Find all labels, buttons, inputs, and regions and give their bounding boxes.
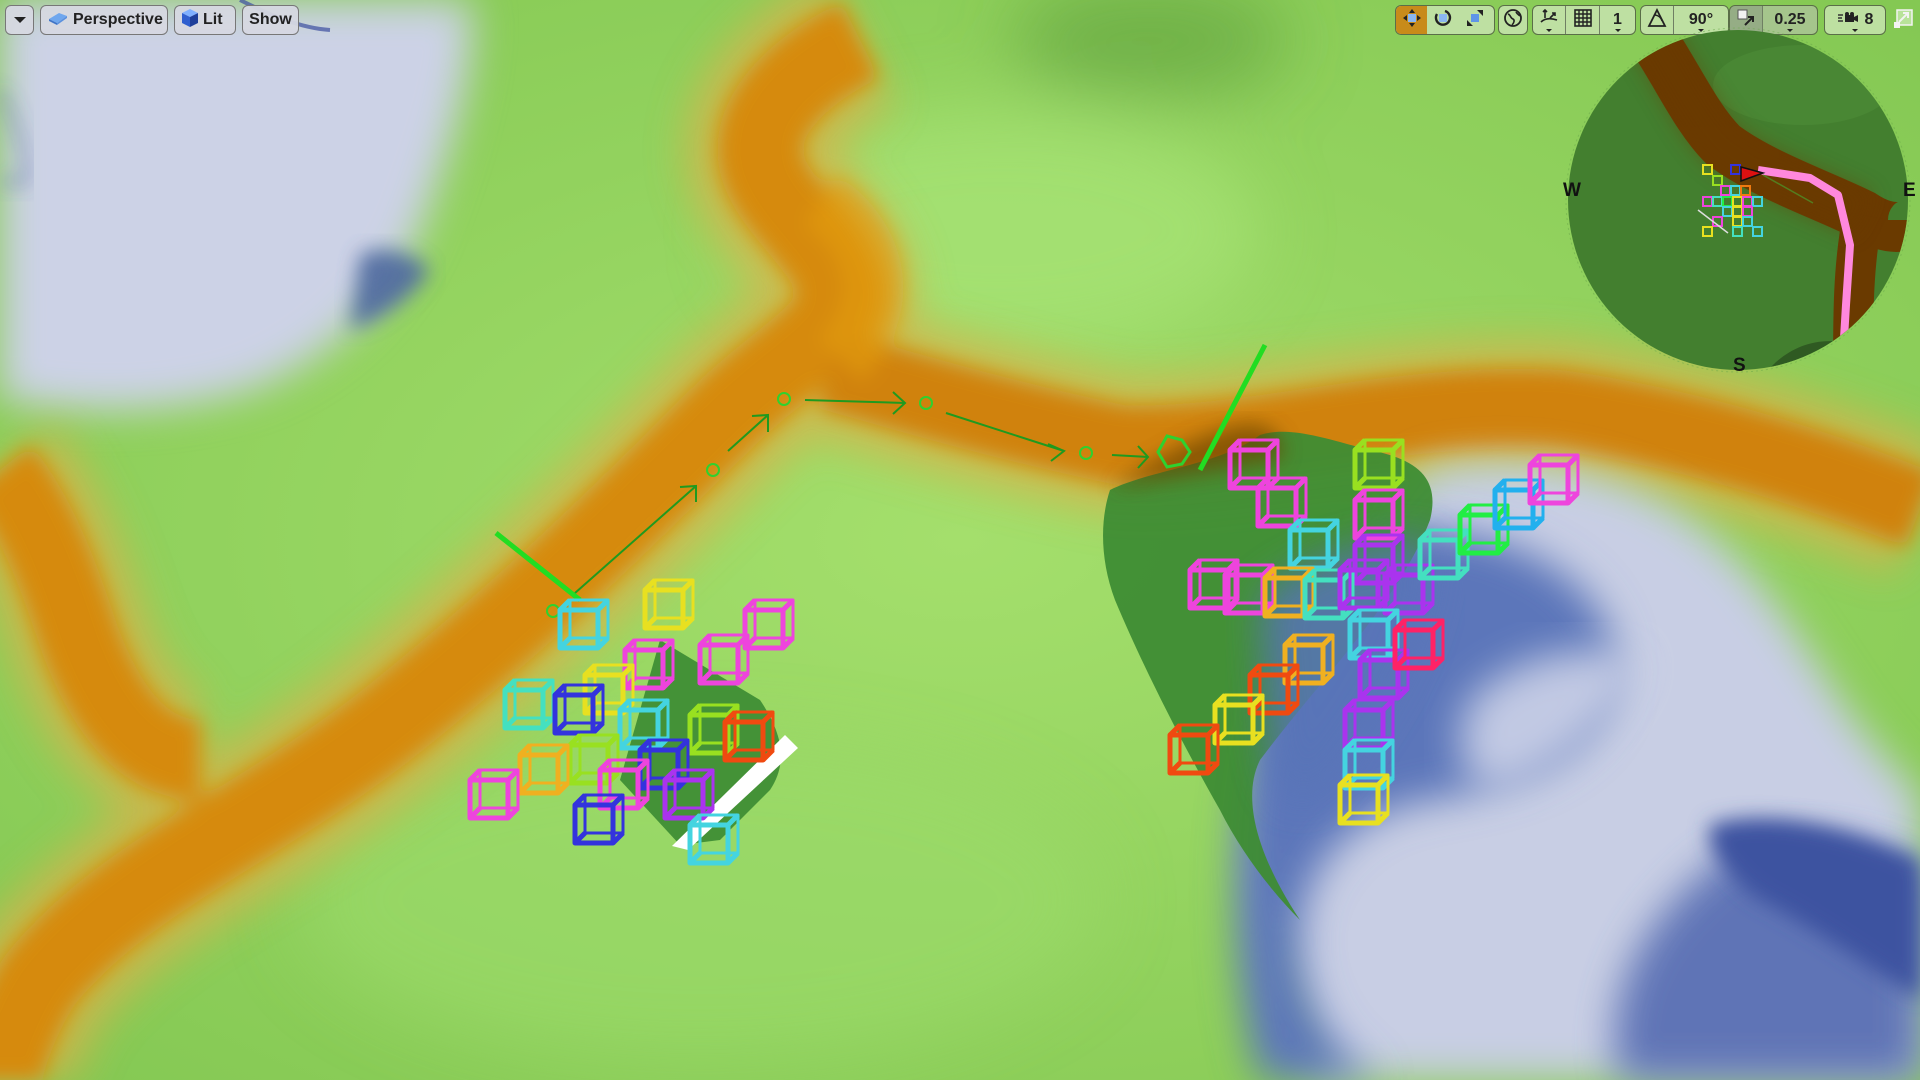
compass-east: E bbox=[1903, 180, 1916, 201]
compass-south: S bbox=[1733, 355, 1746, 376]
rotate-button[interactable] bbox=[1427, 6, 1459, 34]
perspective-camera-icon bbox=[47, 10, 69, 31]
level-viewport[interactable]: Perspective Lit Show 1 90° 0.25 8 W E S bbox=[0, 0, 1920, 1080]
transform-tools-group bbox=[1395, 5, 1495, 35]
lit-button[interactable]: Lit bbox=[174, 5, 236, 35]
minimap[interactable]: W E S bbox=[1563, 25, 1916, 376]
show-label: Show bbox=[249, 11, 292, 28]
dropdown-triangle-icon bbox=[13, 17, 26, 23]
perspective-label: Perspective bbox=[73, 11, 163, 28]
coordinate-system-button[interactable] bbox=[1498, 5, 1528, 35]
show-button[interactable]: Show bbox=[242, 5, 299, 35]
surface-snapping-button[interactable] bbox=[1533, 6, 1565, 34]
scale-icon bbox=[1465, 8, 1485, 33]
lit-cube-icon bbox=[181, 8, 199, 33]
translate-button[interactable] bbox=[1396, 6, 1427, 34]
rotate-icon bbox=[1433, 8, 1453, 33]
perspective-button[interactable]: Perspective bbox=[40, 5, 168, 35]
translate-arrows-icon bbox=[1402, 8, 1422, 33]
lit-label: Lit bbox=[203, 11, 223, 28]
compass-west: W bbox=[1563, 180, 1581, 201]
viewport-options-button[interactable] bbox=[5, 5, 34, 35]
scale-button[interactable] bbox=[1459, 6, 1491, 34]
world-globe-icon bbox=[1503, 8, 1523, 33]
